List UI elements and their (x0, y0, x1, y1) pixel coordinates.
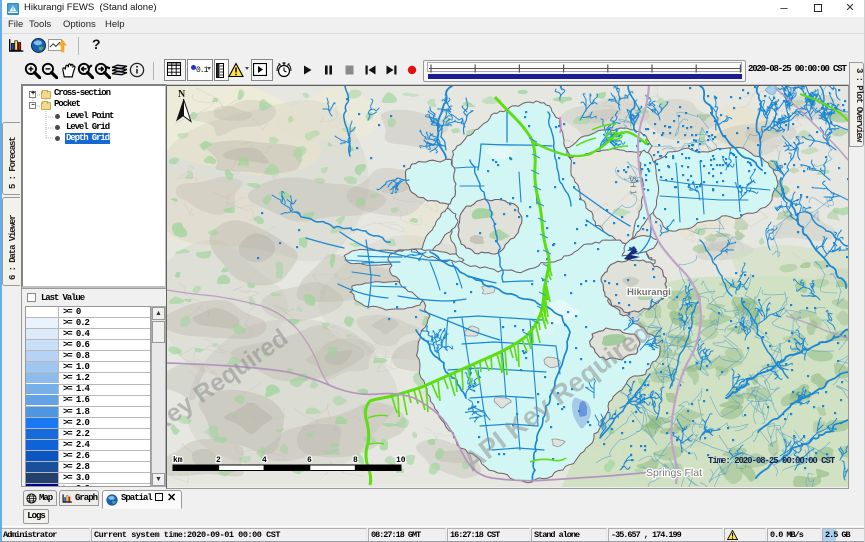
svg-text:8: 8 (353, 456, 358, 465)
svg-text:2: 2 (216, 456, 221, 465)
svg-text:Springs Flat: Springs Flat (646, 467, 702, 479)
svg-text:N: N (178, 89, 186, 100)
svg-text:Hikurangi: Hikurangi (627, 287, 671, 298)
svg-text:SH 1: SH 1 (628, 176, 639, 196)
svg-text:4: 4 (262, 456, 267, 465)
svg-text:km: km (173, 456, 183, 465)
svg-text:6: 6 (307, 456, 312, 465)
svg-text:10: 10 (396, 456, 406, 465)
svg-text:Time: 2020-08-25 00:00:00 CST: Time: 2020-08-25 00:00:00 CST (708, 456, 836, 466)
